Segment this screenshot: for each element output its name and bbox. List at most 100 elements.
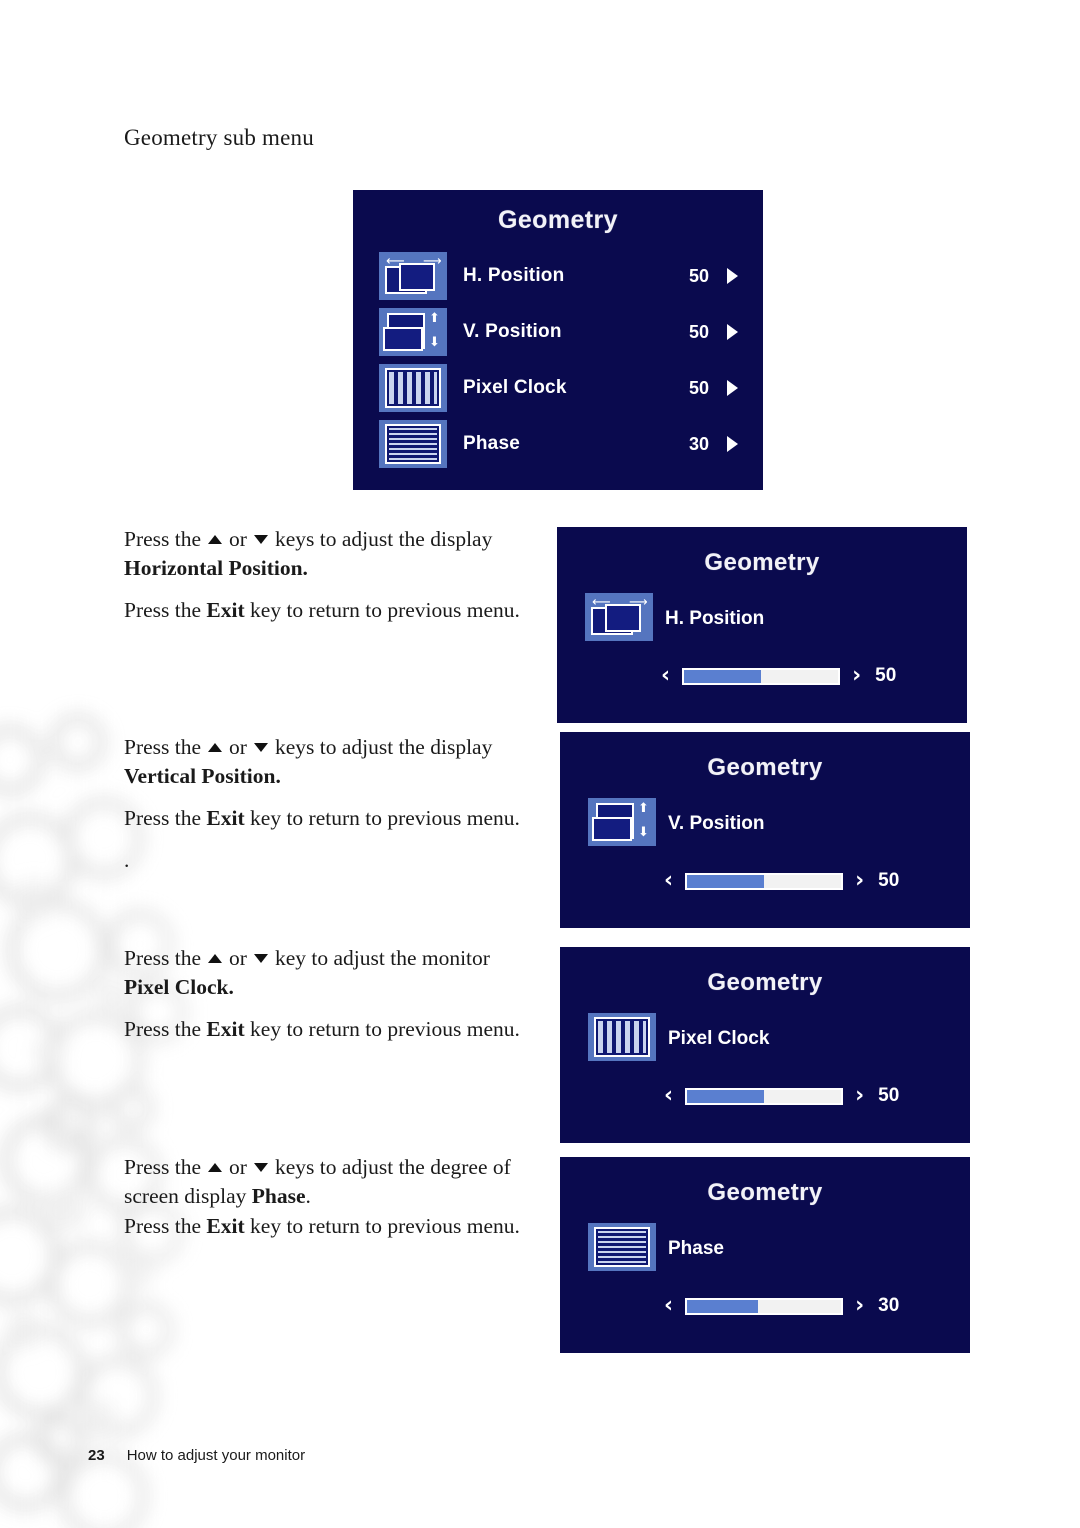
osd-panel-label: V. Position: [668, 813, 765, 834]
exit-suffix: key to return to previous menu.: [244, 1017, 520, 1041]
phase-frame-shape: [385, 424, 441, 464]
page-number: 23: [88, 1447, 105, 1464]
pixel-clock-icon: [379, 364, 447, 412]
phase-frame-shape: [594, 1227, 650, 1267]
down-triangle-icon: [253, 954, 268, 963]
instruction-line: Press the or keys to adjust the degree of …: [124, 1153, 544, 1211]
v-position-icon: ⬆ ⬇: [588, 798, 656, 846]
instruction-tail: keys to adjust the display: [274, 735, 493, 759]
v-position-icon: ⬆ ⬇: [379, 308, 447, 356]
pixel-clock-columns-shape: [598, 1021, 646, 1053]
pixel-clock-columns-shape: [389, 372, 437, 404]
osd-panel-v-position: Geometry ⬆ ⬇ V. Position ‹ › 50: [560, 732, 970, 928]
menu-item-pixel-clock[interactable]: Pixel Clock 50: [353, 360, 763, 416]
exit-key-label: Exit: [206, 1214, 245, 1238]
instruction-or: or: [229, 735, 247, 759]
menu-item-label: V. Position: [463, 321, 562, 342]
chevron-left-icon[interactable]: ‹: [661, 665, 670, 687]
running-head: How to adjust your monitor: [126, 1447, 306, 1464]
instruction-line: Press the or keys to adjust the display Ho…: [124, 525, 544, 583]
chevron-right-icon[interactable]: ›: [855, 870, 864, 892]
instructions-v-position: Press the or keys to adjust the display Ve…: [124, 733, 544, 875]
slider-track[interactable]: [685, 1297, 844, 1315]
instruction-exit-line: Press the Exit key to return to previous…: [124, 804, 544, 833]
arrow-up-icon: ⬆: [638, 801, 649, 816]
pixel-clock-icon: [588, 1013, 656, 1061]
pixel-clock-slider[interactable]: ‹ › 50: [664, 1083, 954, 1109]
h-position-icon: ⟵ ⟶: [379, 252, 447, 300]
menu-item-h-position[interactable]: ⟵ ⟶ H. Position 50: [353, 248, 763, 304]
exit-key-label: Exit: [206, 1017, 245, 1041]
menu-item-label: Phase: [463, 433, 520, 454]
instruction-subject: Vertical Position.: [124, 764, 281, 788]
menu-item-value: 50: [688, 377, 709, 398]
frame-front-shape: [383, 327, 423, 351]
osd-panel-label: H. Position: [665, 608, 765, 629]
arrow-down-icon: ⬇: [638, 825, 649, 840]
chevron-left-icon[interactable]: ‹: [664, 1295, 673, 1317]
right-triangle-icon[interactable]: [727, 436, 738, 452]
instruction-lead: Press the: [124, 735, 202, 759]
right-triangle-icon[interactable]: [727, 268, 738, 284]
subject-key-label: Phase: [251, 1184, 306, 1208]
down-triangle-icon: [253, 1163, 268, 1172]
phase-icon: [588, 1223, 656, 1271]
arrow-up-icon: ⬆: [429, 311, 440, 326]
instruction-subject: Pixel Clock.: [124, 975, 234, 999]
v-position-slider[interactable]: ‹ › 50: [664, 868, 954, 894]
menu-item-phase[interactable]: Phase 30: [353, 416, 763, 472]
instructions-h-position: Press the or keys to adjust the display Ho…: [124, 525, 544, 625]
slider-fill: [687, 1299, 758, 1313]
slider-track[interactable]: [685, 872, 844, 890]
instruction-line: Press the or keys to adjust the display Ve…: [124, 733, 544, 791]
pixel-clock-frame-shape: [385, 368, 441, 408]
menu-item-label: Pixel Clock: [463, 377, 567, 398]
osd-menu-rows: ⟵ ⟶ H. Position 50 ⬆ ⬇ V. Position 50 Pi…: [353, 248, 763, 472]
down-triangle-icon: [253, 535, 268, 544]
instructions-phase: Press the or keys to adjust the degree of …: [124, 1153, 544, 1241]
phase-slider[interactable]: ‹ › 30: [664, 1293, 954, 1319]
instruction-subject: Horizontal Position.: [124, 556, 308, 580]
exit-key-label: Exit: [206, 806, 245, 830]
subject-prefix: screen display: [124, 1184, 252, 1208]
h-position-slider[interactable]: ‹ › 50: [661, 663, 951, 689]
instruction-exit-line: Press the Exit key to return to previous…: [124, 596, 544, 625]
phase-lines-shape: [598, 1231, 646, 1263]
slider-fill: [687, 1089, 765, 1103]
exit-suffix: key to return to previous menu.: [244, 1214, 520, 1238]
chevron-left-icon[interactable]: ‹: [664, 1085, 673, 1107]
exit-suffix: key to return to previous menu.: [244, 806, 520, 830]
page-footer: 23 How to adjust your monitor: [88, 1447, 305, 1464]
osd-panel-title: Geometry: [704, 549, 820, 576]
right-triangle-icon[interactable]: [727, 324, 738, 340]
instruction-lead: Press the: [124, 1155, 202, 1179]
slider-value: 30: [878, 1295, 900, 1316]
instruction-tail: keys to adjust the degree of: [274, 1155, 511, 1179]
exit-prefix: Press the: [124, 598, 207, 622]
instruction-line: Press the or key to adjust the monitor Pix…: [124, 944, 544, 1002]
phase-icon: [379, 420, 447, 468]
instruction-subject-line: screen display Phase.: [124, 1182, 544, 1211]
slider-track[interactable]: [685, 1087, 844, 1105]
phase-lines-shape: [389, 428, 437, 460]
slider-track[interactable]: [682, 667, 841, 685]
slider-value: 50: [878, 870, 900, 891]
chevron-right-icon[interactable]: ›: [855, 1085, 864, 1107]
down-triangle-icon: [253, 743, 268, 752]
exit-prefix: Press the: [124, 1017, 207, 1041]
instruction-exit-line: Press the Exit key to return to previous…: [124, 1212, 544, 1241]
up-triangle-icon: [208, 535, 223, 544]
menu-item-v-position[interactable]: ⬆ ⬇ V. Position 50: [353, 304, 763, 360]
arrow-down-icon: ⬇: [429, 335, 440, 350]
right-triangle-icon[interactable]: [727, 380, 738, 396]
osd-panel-h-position: Geometry ⟵ ⟶ H. Position ‹ › 50: [557, 527, 967, 723]
chevron-right-icon[interactable]: ›: [852, 665, 861, 687]
exit-suffix: key to return to previous menu.: [244, 598, 520, 622]
menu-item-value: 50: [688, 321, 709, 342]
chevron-right-icon[interactable]: ›: [855, 1295, 864, 1317]
slider-fill: [687, 874, 765, 888]
chevron-left-icon[interactable]: ‹: [664, 870, 673, 892]
osd-menu-title: Geometry: [498, 206, 618, 234]
up-triangle-icon: [208, 743, 223, 752]
instruction-exit-line: Press the Exit key to return to previous…: [124, 1015, 544, 1044]
